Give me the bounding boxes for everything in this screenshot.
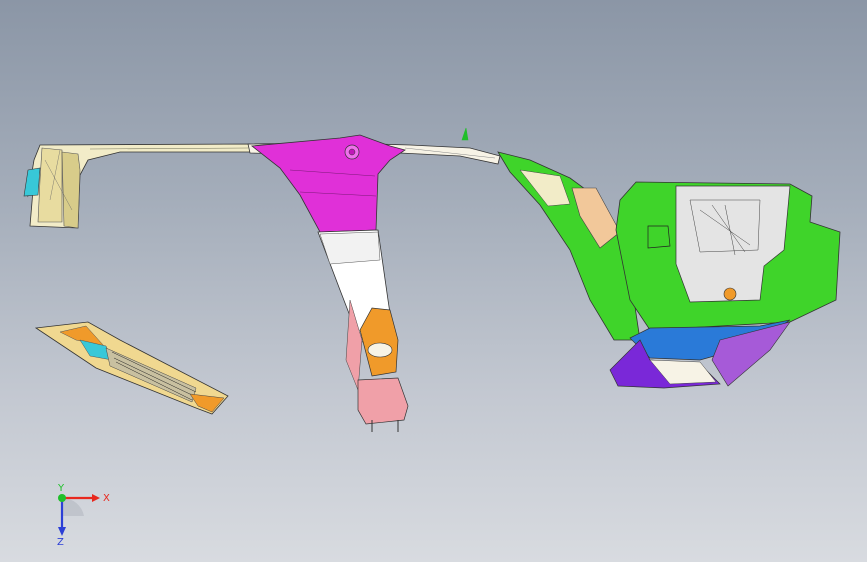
triad-plane-shade	[62, 497, 84, 516]
coordinate-triad: X Y Z	[57, 483, 110, 546]
y-axis-label: Y	[57, 483, 65, 494]
b-pillar-part[interactable]	[250, 134, 409, 432]
z-axis-arrowhead	[58, 527, 66, 536]
cad-viewport[interactable]: X Y Z	[0, 0, 867, 562]
z-axis-label: Z	[57, 537, 64, 546]
x-axis-arrowhead	[92, 494, 100, 502]
y-axis-marker	[58, 494, 66, 502]
front-fender-part[interactable]	[23, 143, 253, 229]
cowl-panel-part[interactable]	[34, 321, 229, 415]
rear-quarter-panel-part[interactable]	[497, 151, 841, 389]
cad-model-canvas[interactable]	[0, 0, 867, 562]
x-axis-label: X	[103, 493, 110, 504]
